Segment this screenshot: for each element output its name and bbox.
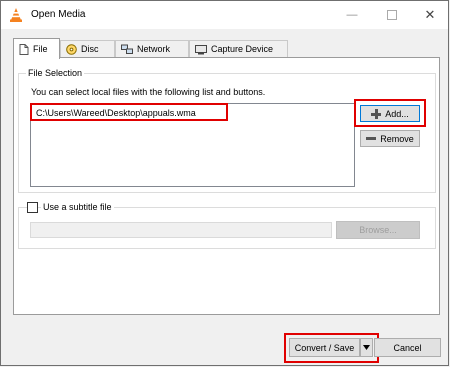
open-media-dialog: Open Media — ✕ File Disc Network Capture… [0,0,449,366]
tab-label: Network [137,44,171,54]
minus-icon [366,137,377,140]
tab-network[interactable]: Network [115,40,189,57]
subtitle-checkbox-label[interactable]: Use a subtitle file [41,202,114,212]
file-list[interactable]: C:\Users\Wareed\Desktop\appuals.wma [30,103,355,187]
network-icon [121,44,133,54]
tab-disc[interactable]: Disc [60,40,115,57]
chevron-down-icon [363,345,370,350]
remove-button[interactable]: Remove [360,130,420,147]
vlc-cone-icon [10,8,22,22]
file-selection-label: File Selection [26,68,85,78]
close-icon: ✕ [424,7,436,22]
tab-label: Disc [81,44,99,54]
window-title: Open Media [31,9,86,20]
cancel-button-label: Cancel [393,342,422,353]
cancel-button[interactable]: Cancel [374,338,441,357]
tab-capture-device[interactable]: Capture Device [189,40,288,57]
tab-label: Capture Device [211,44,274,54]
convert-save-label: Convert / Save [294,342,355,353]
capture-device-icon [195,44,207,54]
add-button[interactable]: Add... [360,105,420,122]
tab-label: File [33,44,48,54]
maximize-icon [387,10,397,20]
file-icon [19,43,29,55]
file-list-item[interactable]: C:\Users\Wareed\Desktop\appuals.wma [34,106,198,120]
tab-file[interactable]: File [13,38,60,59]
file-selection-description: You can select local files with the foll… [31,87,266,97]
minimize-icon: — [346,9,358,21]
disc-icon [66,43,77,55]
convert-save-dropdown[interactable] [360,338,373,357]
remove-button-label: Remove [380,133,414,144]
maximize-button[interactable] [372,1,412,29]
browse-button-label: Browse... [359,225,397,235]
subtitle-checkbox[interactable] [27,202,38,213]
minimize-button[interactable]: — [332,1,372,29]
add-button-label: Add... [385,108,409,119]
close-button[interactable]: ✕ [410,1,450,29]
plus-icon [371,108,382,119]
file-tab-panel: File Selection You can select local file… [13,57,440,315]
subtitle-path-field [30,222,332,238]
title-bar: Open Media — ✕ [1,1,448,29]
browse-button[interactable]: Browse... [336,221,420,239]
convert-save-button[interactable]: Convert / Save [289,338,360,357]
